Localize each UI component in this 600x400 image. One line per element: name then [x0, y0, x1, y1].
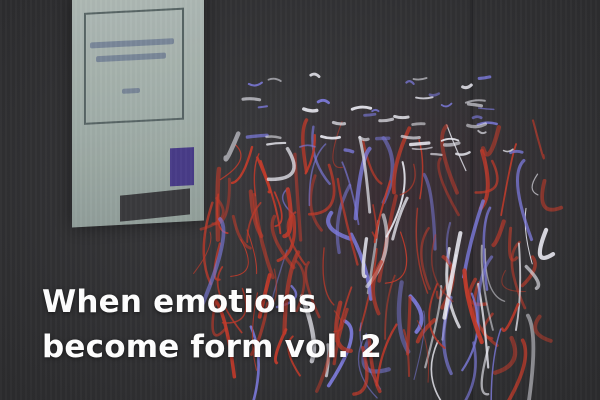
brushstroke: [540, 178, 564, 212]
brushstroke: [267, 77, 282, 82]
caption-line-1: When emotions: [42, 284, 317, 320]
brushstroke: [309, 174, 323, 232]
brushstroke: [381, 136, 395, 205]
brushstroke: [411, 146, 433, 151]
brushstroke: [316, 98, 330, 105]
caption-title: When emotions become form vol. 2: [42, 280, 382, 370]
brushstroke: [302, 107, 319, 113]
brushstroke: [477, 129, 487, 135]
brushstroke: [440, 124, 459, 195]
brushstroke: [461, 199, 485, 279]
brushstroke: [466, 122, 488, 129]
brushstroke: [266, 146, 296, 182]
brushstroke: [477, 75, 492, 80]
brushstroke: [445, 221, 452, 265]
brushstroke: [466, 102, 484, 108]
brushstroke: [430, 152, 443, 157]
brushstroke: [350, 105, 373, 111]
brushstroke: [446, 124, 467, 172]
brushstroke: [371, 108, 380, 113]
brushstroke: [215, 166, 222, 242]
brushstroke: [515, 158, 534, 242]
brushstroke: [241, 97, 262, 102]
brushstroke: [247, 81, 263, 87]
brushstroke: [471, 115, 483, 120]
brushstroke: [256, 156, 272, 194]
brushstroke: [332, 121, 344, 168]
brushstroke: [309, 72, 321, 79]
brushstroke: [440, 137, 460, 142]
brushstroke: [464, 99, 486, 104]
brushstroke: [415, 96, 434, 100]
brushstroke: [399, 163, 416, 196]
brushstroke: [246, 229, 258, 275]
brushstroke: [331, 120, 347, 126]
brushstroke: [405, 295, 412, 356]
brushstroke: [378, 117, 395, 123]
brushstroke: [400, 134, 421, 140]
brushstroke: [531, 173, 539, 196]
brushstroke: [412, 77, 428, 81]
brushstroke: [422, 172, 437, 251]
brushstroke: [533, 314, 553, 343]
brushstroke: [405, 80, 415, 85]
brushstroke: [492, 335, 518, 375]
brushstroke: [343, 148, 355, 154]
photo-scene: When emotions become form vol. 2: [0, 0, 600, 400]
brushstroke: [531, 119, 545, 160]
brushstroke: [491, 219, 506, 248]
brushstroke: [335, 183, 352, 255]
brushstroke: [484, 248, 506, 302]
brushstroke: [480, 125, 502, 157]
brushstroke: [510, 240, 527, 310]
brushstroke: [478, 148, 490, 211]
brushstroke: [480, 345, 490, 396]
brushstroke: [442, 141, 461, 147]
brushstroke: [490, 328, 502, 400]
brushstroke: [363, 112, 377, 117]
brushstroke: [358, 135, 370, 142]
brushstroke: [257, 105, 269, 109]
brushstroke: [408, 141, 431, 147]
brushstroke: [193, 231, 212, 274]
brushstroke: [265, 135, 282, 140]
brushstroke: [393, 114, 410, 120]
caption-line-2: become form vol. 2: [42, 329, 383, 365]
brushstroke: [526, 313, 536, 400]
brushstroke: [440, 102, 453, 108]
brushstroke: [411, 122, 426, 126]
brushstroke: [537, 227, 556, 260]
brushstroke: [320, 135, 341, 140]
brushstroke: [266, 141, 287, 146]
brushstroke: [500, 143, 517, 217]
brushstroke: [245, 133, 269, 139]
brushstroke: [230, 145, 254, 185]
brushstroke: [202, 201, 214, 286]
brushstroke: [461, 83, 473, 90]
brushstroke: [477, 107, 495, 111]
brushstroke: [299, 144, 316, 148]
brushstroke: [509, 149, 524, 155]
brushstroke: [428, 92, 441, 97]
